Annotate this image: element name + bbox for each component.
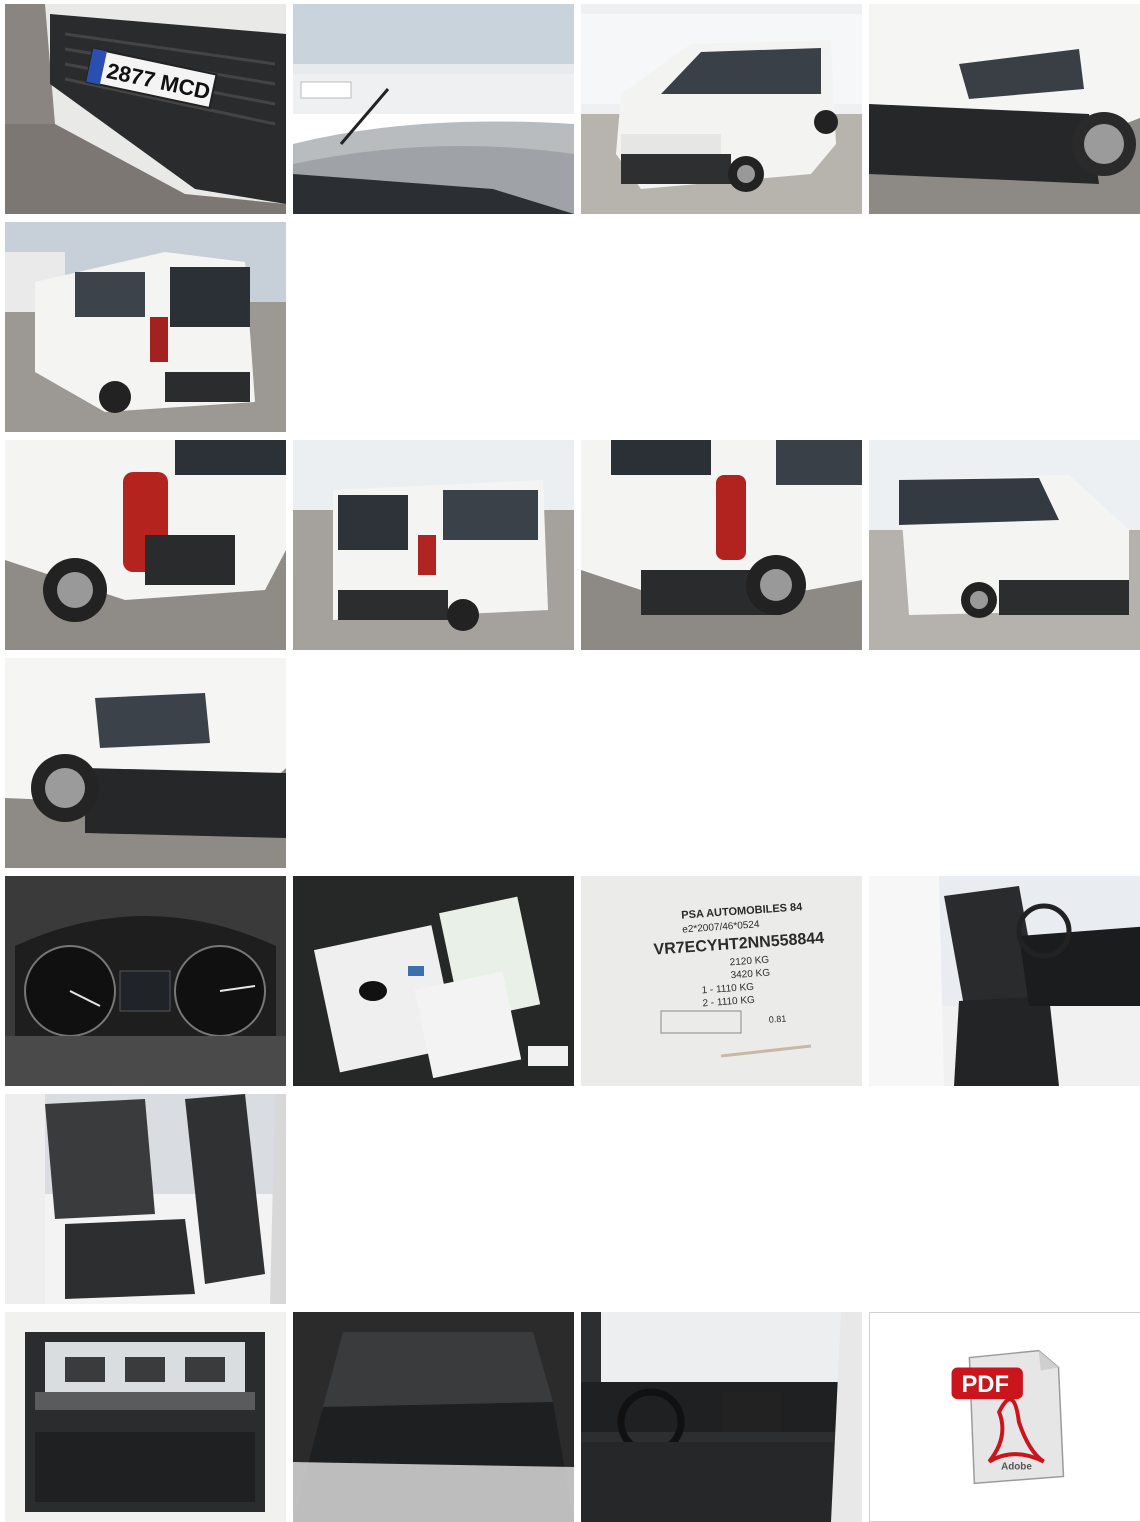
photo-front-headlight[interactable] [869,4,1140,214]
photo-rear-seats-image [5,1094,286,1304]
photo-rear-three-quarter[interactable] [5,222,286,432]
photo-vin-plate-image: PSA AUTOMOBILES 84 e2*2007/46*0524 VR7EC… [581,876,862,1086]
photo-front-headlight-image [869,4,1140,214]
photo-front-seats-image [869,876,1140,1086]
photo-rear-door-detail[interactable] [581,440,862,650]
photo-front-corner-closeup-image [5,658,286,868]
photo-dashboard-interior-image [581,1312,862,1522]
photo-rear-three-quarter-image [5,222,286,432]
photo-front-side-view-image [869,440,1140,650]
photo-rear-side-closeup[interactable] [5,440,286,650]
photo-front-corner-closeup[interactable] [5,658,286,868]
photo-instrument-cluster-image [5,876,286,1086]
photo-roof-antenna-image [293,4,574,214]
pdf-icon: PDF Adobe [870,1313,1140,1521]
photo-rear-open-view[interactable] [293,440,574,650]
pdf-document-link[interactable]: PDF Adobe [869,1312,1140,1522]
photo-rear-side-closeup-image [5,440,286,650]
photo-front-three-quarter[interactable] [581,4,862,214]
photo-vin-plate[interactable]: PSA AUTOMOBILES 84 e2*2007/46*0524 VR7EC… [581,876,862,1086]
photo-roof-antenna[interactable] [293,4,574,214]
photo-front-side-view[interactable] [869,440,1140,650]
photo-cargo-area-image [5,1312,286,1522]
photo-front-three-quarter-image [581,4,862,214]
photo-front-plate-closeup-image: 2877 MCD [5,4,286,214]
photo-cargo-area[interactable] [5,1312,286,1522]
photo-rear-seats[interactable] [5,1094,286,1304]
photo-cargo-floor[interactable] [293,1312,574,1522]
photo-front-plate-closeup[interactable]: 2877 MCD [5,4,286,214]
photo-rear-door-detail-image [581,440,862,650]
vin-line-8: 0.81 [768,1014,786,1025]
photo-instrument-cluster[interactable] [5,876,286,1086]
photo-dashboard-interior[interactable] [581,1312,862,1522]
photo-front-seats[interactable] [869,876,1140,1086]
photo-rear-open-view-image [293,440,574,650]
adobe-label: Adobe [1001,1461,1032,1472]
photo-keys-documents-image [293,876,574,1086]
pdf-label: PDF [961,1371,1009,1398]
photo-keys-documents[interactable] [293,876,574,1086]
photo-cargo-floor-image [293,1312,574,1522]
